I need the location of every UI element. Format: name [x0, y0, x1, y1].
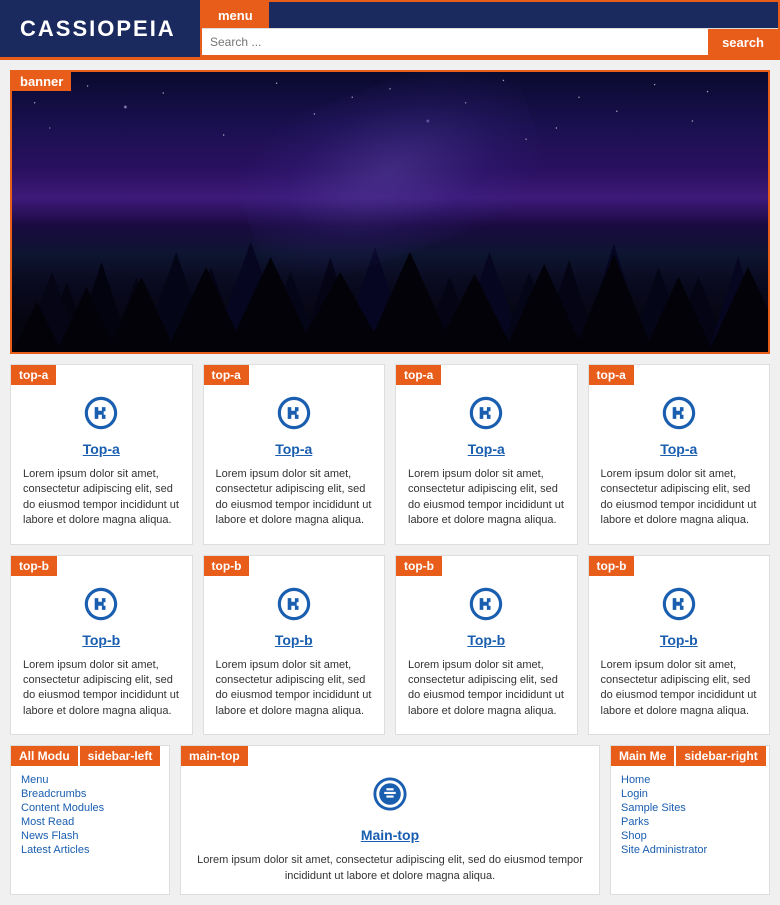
sidebar-right: Main Me sidebar-right Home Login Sample Si…	[610, 745, 770, 895]
sidebar-right-link[interactable]: Parks	[621, 816, 759, 828]
banner-section: banner	[10, 70, 770, 354]
nav-link-fruit-shop[interactable]: FRUIT SHOP	[593, 9, 665, 21]
top-b-text: Lorem ipsum dolor sit amet, consectetur …	[11, 653, 192, 725]
logo-text: CASSIOPEIA	[20, 16, 176, 42]
banner-label: banner	[12, 72, 71, 91]
header: CASSIOPEIA menu HOME SAMPLE SITES JOOMLA.O…	[0, 0, 780, 60]
top-b-card-2: top-b Top-b Lorem ipsum dolor sit amet, …	[395, 555, 578, 736]
top-a-row: top-a Top-a Lorem ipsum dolor sit amet, …	[10, 364, 770, 545]
sidebar-left-label: All Modu	[11, 746, 78, 766]
top-b-icon	[11, 576, 192, 627]
top-b-title: Top-b	[204, 627, 385, 653]
top-b-card-3: top-b Top-b Lorem ipsum dolor sit amet, …	[588, 555, 771, 736]
search-input[interactable]	[202, 29, 708, 55]
menu-bar: menu HOME SAMPLE SITES JOOMLA.ORG PARKS FRUI…	[202, 2, 778, 28]
top-b-card-0: top-b Top-b Lorem ipsum dolor sit amet, …	[10, 555, 193, 736]
bottom-row: All Modu sidebar-left Menu Breadcrumbs Con…	[10, 745, 770, 895]
top-a-icon	[589, 385, 770, 436]
top-b-title: Top-b	[589, 627, 770, 653]
top-b-row: top-b Top-b Lorem ipsum dolor sit amet, …	[10, 555, 770, 736]
nav-link-joomla.org[interactable]: JOOMLA.ORG	[436, 9, 516, 21]
main-top-label: main-top	[181, 746, 248, 766]
top-b-label: top-b	[11, 556, 57, 576]
top-a-title: Top-a	[396, 436, 577, 462]
sidebar-right-links: Home Login Sample Sites Parks Shop Site Admin…	[611, 766, 769, 866]
top-b-icon	[396, 576, 577, 627]
top-b-icon	[204, 576, 385, 627]
top-a-text: Lorem ipsum dolor sit amet, consectetur …	[204, 462, 385, 534]
top-a-icon	[396, 385, 577, 436]
search-button[interactable]: search	[708, 29, 778, 55]
nav-area: menu HOME SAMPLE SITES JOOMLA.ORG PARKS FRUI…	[200, 0, 780, 57]
top-b-title: Top-b	[11, 627, 192, 653]
banner-image	[12, 72, 768, 352]
nav-link-sample-sites[interactable]: SAMPLE SITES	[332, 9, 419, 21]
sidebar-left-link[interactable]: News Flash	[21, 830, 159, 842]
top-a-icon	[204, 385, 385, 436]
top-a-text: Lorem ipsum dolor sit amet, consectetur …	[11, 462, 192, 534]
top-a-title: Top-a	[589, 436, 770, 462]
top-b-label: top-b	[589, 556, 635, 576]
main-top: main-top Main-top Lorem ipsum dolor sit …	[180, 745, 600, 895]
top-b-label: top-b	[396, 556, 442, 576]
site-logo: CASSIOPEIA	[0, 0, 200, 57]
sidebar-right-link[interactable]: Site Administrator	[621, 844, 759, 856]
top-b-text: Lorem ipsum dolor sit amet, consectetur …	[396, 653, 577, 725]
sidebar-right-label: Main Me	[611, 746, 674, 766]
nav-link-parks[interactable]: PARKS	[535, 9, 575, 21]
main-top-text: Lorem ipsum dolor sit amet, consectetur …	[181, 848, 599, 894]
top-a-card-0: top-a Top-a Lorem ipsum dolor sit amet, …	[10, 364, 193, 545]
menu-button[interactable]: menu	[202, 2, 269, 28]
sidebar-right-link[interactable]: Home	[621, 774, 759, 786]
top-a-card-3: top-a Top-a Lorem ipsum dolor sit amet, …	[588, 364, 771, 545]
top-a-label: top-a	[396, 365, 441, 385]
top-a-text: Lorem ipsum dolor sit amet, consectetur …	[396, 462, 577, 534]
sidebar-right-link[interactable]: Login	[621, 788, 759, 800]
sidebar-right-overlay-label: sidebar-right	[676, 746, 765, 766]
sidebar-left-link[interactable]: Content Modules	[21, 802, 159, 814]
top-a-label: top-a	[11, 365, 56, 385]
top-b-text: Lorem ipsum dolor sit amet, consectetur …	[589, 653, 770, 725]
top-a-title: Top-a	[204, 436, 385, 462]
sidebar-left-link[interactable]: Latest Articles	[21, 844, 159, 856]
top-a-title: Top-a	[11, 436, 192, 462]
sidebar-left: All Modu sidebar-left Menu Breadcrumbs Con…	[10, 745, 170, 895]
nav-links: HOME SAMPLE SITES JOOMLA.ORG PARKS FRUIT SHO…	[269, 9, 675, 21]
sidebar-right-link[interactable]: Sample Sites	[621, 802, 759, 814]
top-a-label: top-a	[204, 365, 249, 385]
sidebar-left-overlay-label: sidebar-left	[80, 746, 161, 766]
sidebar-left-link[interactable]: Menu	[21, 774, 159, 786]
search-bar: search	[202, 28, 778, 55]
sidebar-right-link[interactable]: Shop	[621, 830, 759, 842]
top-a-icon	[11, 385, 192, 436]
top-a-card-2: top-a Top-a Lorem ipsum dolor sit amet, …	[395, 364, 578, 545]
top-a-card-1: top-a Top-a Lorem ipsum dolor sit amet, …	[203, 364, 386, 545]
main-top-title: Main-top	[181, 817, 599, 848]
nav-link-home[interactable]: HOME	[279, 9, 314, 21]
sidebar-left-links: Menu Breadcrumbs Content Modules Most Read N…	[11, 766, 169, 866]
top-b-text: Lorem ipsum dolor sit amet, consectetur …	[204, 653, 385, 725]
top-b-title: Top-b	[396, 627, 577, 653]
sidebar-left-link[interactable]: Breadcrumbs	[21, 788, 159, 800]
top-b-label: top-b	[204, 556, 250, 576]
top-a-label: top-a	[589, 365, 634, 385]
top-b-card-1: top-b Top-b Lorem ipsum dolor sit amet, …	[203, 555, 386, 736]
top-b-icon	[589, 576, 770, 627]
main-top-icon	[181, 766, 599, 817]
sidebar-left-link[interactable]: Most Read	[21, 816, 159, 828]
top-a-text: Lorem ipsum dolor sit amet, consectetur …	[589, 462, 770, 534]
